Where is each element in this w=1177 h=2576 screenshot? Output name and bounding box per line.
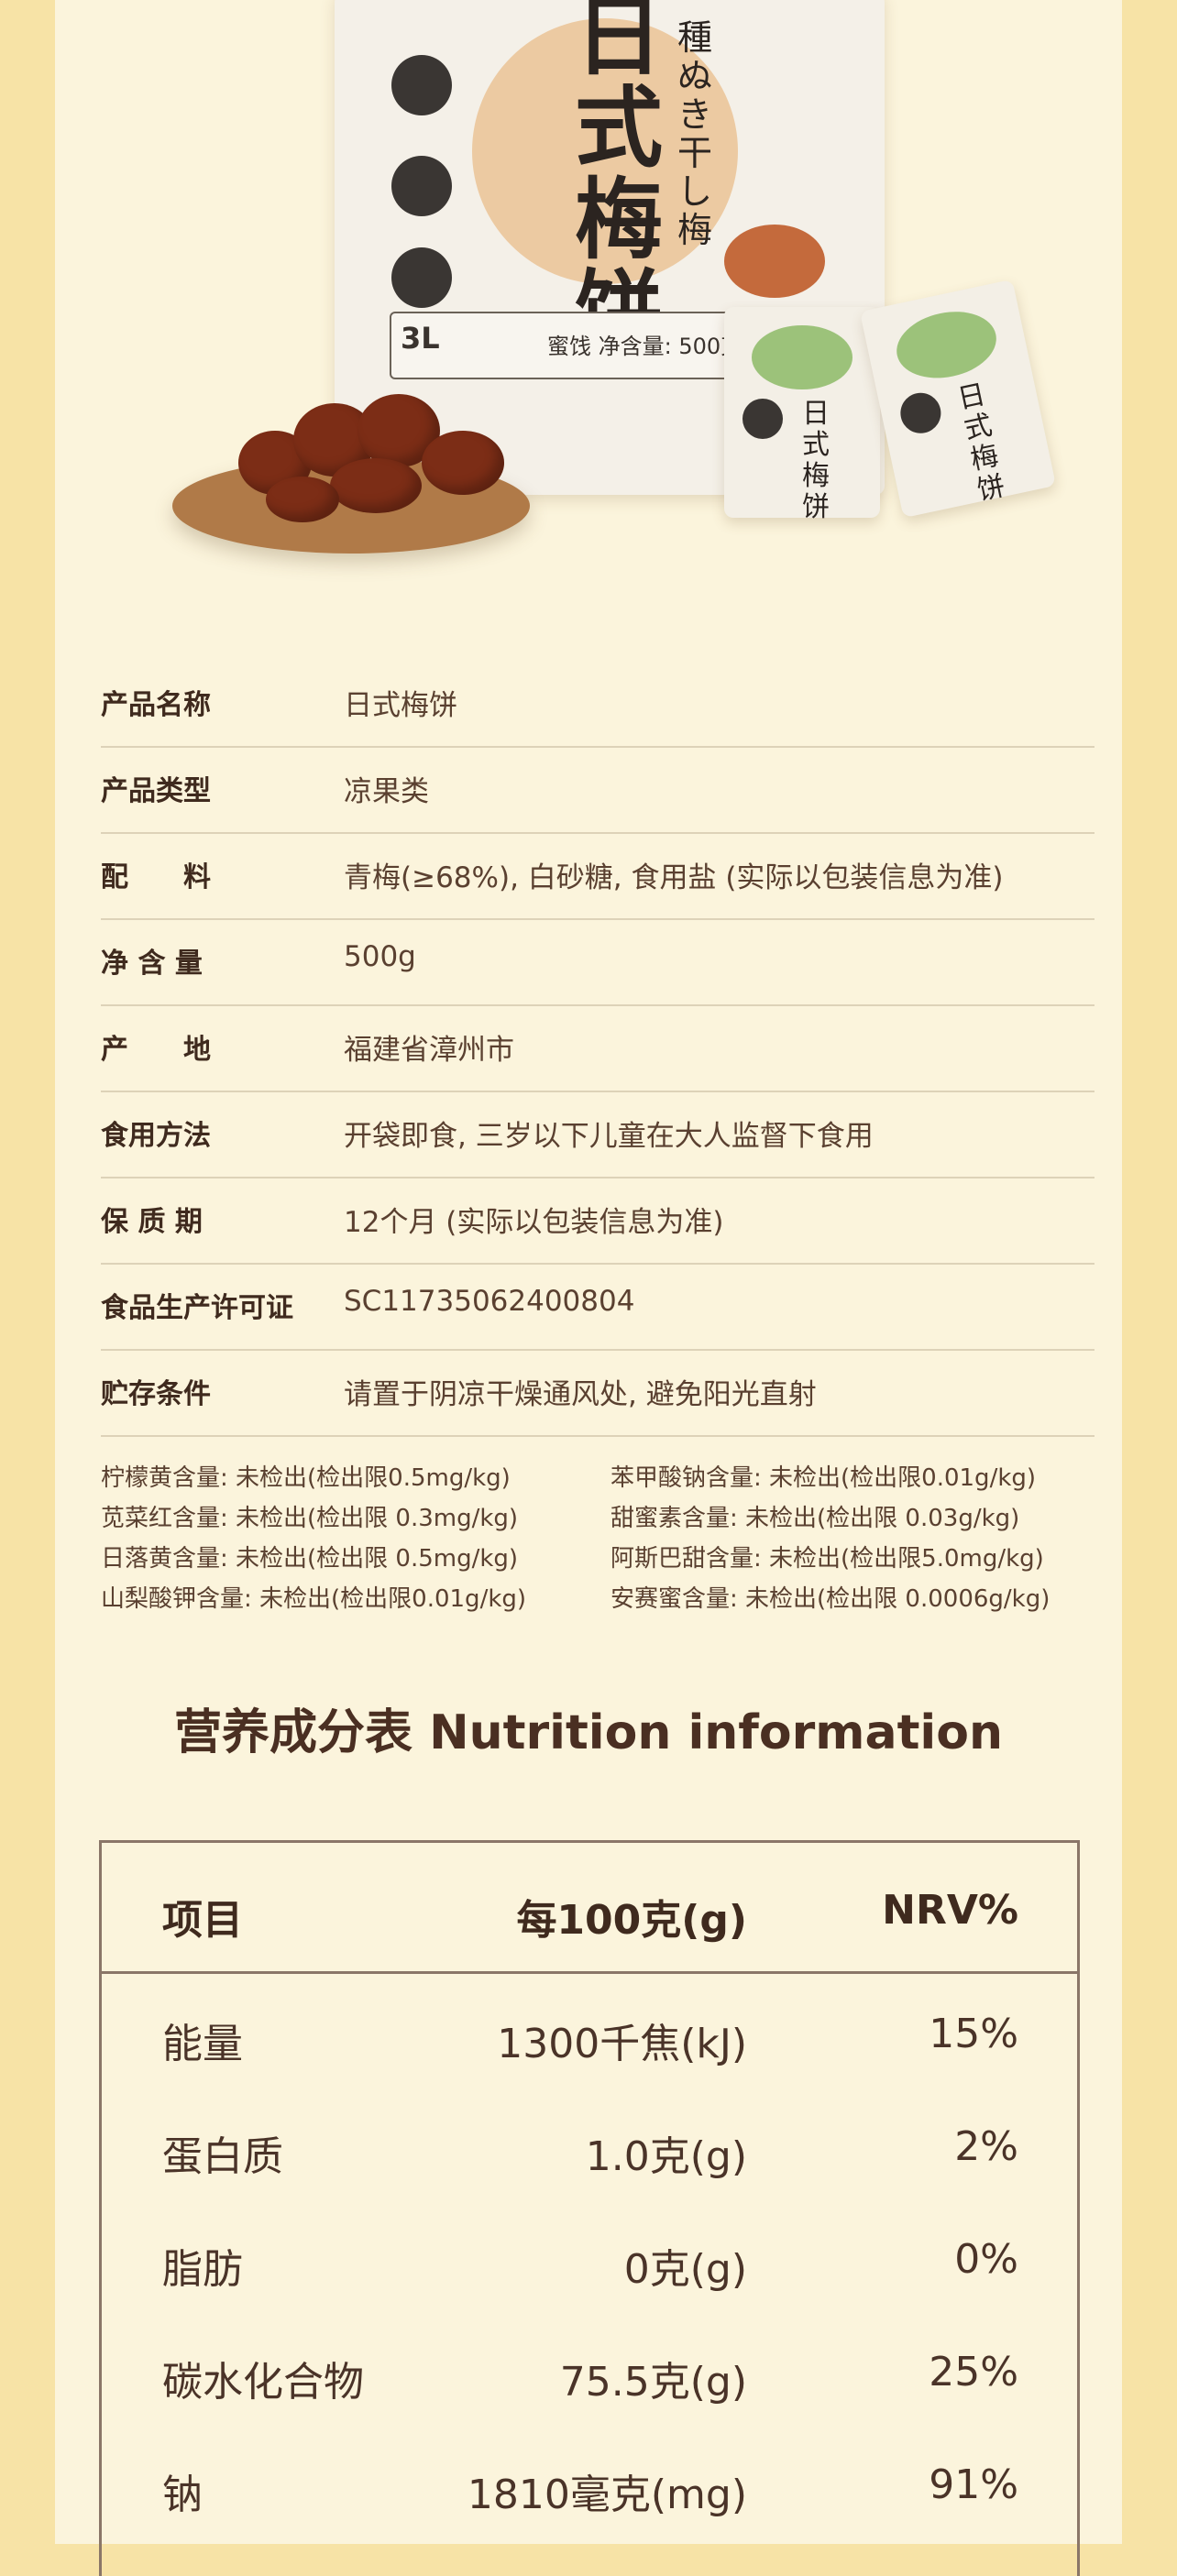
- bag-title: 日式梅饼: [575, 0, 663, 357]
- page-panel: 日式梅饼 種ぬき干し梅 3L 蜜饯 净含量: 500克 日式梅饼 日式梅饼: [55, 0, 1122, 2576]
- additive-item: 安赛蜜含量: 未检出(检出限 0.0006g/kg): [610, 1585, 1050, 1613]
- spec-value: 日式梅饼: [344, 689, 457, 722]
- header-nrv: NRV%: [882, 1887, 1018, 1934]
- spec-row: 配 料 青梅(≥68%), 白砂糖, 食用盐 (实际以包装信息为准): [101, 834, 1094, 920]
- additive-column-right: 苯甲酸钠含量: 未检出(检出限0.01g/kg) 甜蜜素含量: 未检出(检出限 …: [610, 1459, 1050, 1620]
- additive-item: 苋菜红含量: 未检出(检出限 0.3mg/kg): [101, 1505, 519, 1532]
- spec-value: 请置于阴凉干燥通风处, 避免阳光直射: [344, 1378, 817, 1411]
- spec-row: 净 含 量 500g: [101, 920, 1094, 1006]
- packet-badge-icon: [896, 389, 945, 437]
- nutrient-amount: 1810毫克(mg): [467, 2472, 747, 2518]
- additive-item: 日落黄含量: 未检出(检出限 0.5mg/kg): [101, 1545, 519, 1573]
- nutrition-table: 项目 每100克(g) NRV% 能量 1300千焦(kJ) 15% 蛋白质 1…: [99, 1840, 1080, 2576]
- bag-grade: 3L: [401, 321, 440, 356]
- spec-value: 开袋即食, 三岁以下儿童在大人监督下食用: [344, 1120, 874, 1153]
- packet-title: 日式梅饼: [954, 378, 1008, 508]
- additive-item: 山梨酸钾含量: 未检出(检出限0.01g/kg): [101, 1585, 527, 1613]
- bag-badge-icon: [391, 247, 452, 308]
- spec-row: 产 地 福建省漳州市: [101, 1006, 1094, 1092]
- header-per100: 每100克(g): [516, 1897, 747, 1944]
- nutrient-nrv: 91%: [929, 2461, 1018, 2508]
- nutrition-row: 蛋白质 1.0克(g) 2%: [102, 2096, 1077, 2209]
- candy-packet: 日式梅饼: [724, 307, 880, 523]
- spec-label: 产品类型: [101, 775, 211, 807]
- spec-row: 产品类型 凉果类: [101, 748, 1094, 834]
- spec-label: 配 料: [101, 861, 211, 893]
- additive-item: 苯甲酸钠含量: 未检出(检出限0.01g/kg): [610, 1464, 1037, 1492]
- nutrient-nrv: 2%: [954, 2123, 1018, 2170]
- nutrition-header-row: 项目 每100克(g) NRV%: [102, 1843, 1077, 1974]
- bag-badge-icon: [391, 55, 452, 115]
- spec-value: 12个月 (实际以包装信息为准): [344, 1206, 724, 1239]
- nutrition-row: 脂肪 0克(g) 0%: [102, 2209, 1077, 2321]
- nutrient-nrv: 0%: [954, 2236, 1018, 2283]
- nutrient-amount: 1300千焦(kJ): [497, 2021, 747, 2067]
- nutrient-amount: 1.0克(g): [585, 2133, 747, 2180]
- nutrition-row: 能量 1300千焦(kJ) 15%: [102, 1983, 1077, 2096]
- additive-column-left: 柠檬黄含量: 未检出(检出限0.5mg/kg) 苋菜红含量: 未检出(检出限 0…: [101, 1459, 526, 1620]
- spec-label: 食品生产许可证: [101, 1292, 293, 1324]
- nutrient-nrv: 15%: [929, 2011, 1018, 2057]
- spec-label: 贮存条件: [101, 1378, 211, 1410]
- spec-value: 500g: [344, 940, 416, 973]
- additive-item: 甜蜜素含量: 未检出(检出限 0.03g/kg): [610, 1505, 1020, 1532]
- nutrition-row: 钠 1810毫克(mg) 91%: [102, 2434, 1077, 2547]
- nutrient-name: 能量: [162, 2021, 243, 2067]
- packet-title: 日式梅饼: [802, 398, 830, 523]
- header-item: 项目: [162, 1897, 243, 1944]
- spec-label: 产 地: [101, 1034, 211, 1066]
- packet-plum-graphic: [890, 302, 1003, 387]
- nutrient-amount: 0克(g): [623, 2246, 747, 2293]
- nutrition-title: 营养成分表 Nutrition information: [173, 1705, 1004, 1760]
- packet-plum-graphic: [752, 325, 852, 389]
- product-hero-image: 日式梅饼 種ぬき干し梅 3L 蜜饯 净含量: 500克 日式梅饼 日式梅饼: [55, 0, 1122, 586]
- spec-row: 食用方法 开袋即食, 三岁以下儿童在大人监督下食用: [101, 1092, 1094, 1178]
- bag-subtitle: 種ぬき干し梅: [676, 17, 712, 250]
- spec-label: 产品名称: [101, 689, 211, 721]
- nutrient-name: 钠: [162, 2472, 203, 2518]
- plum-image: [724, 225, 825, 298]
- additive-item: 阿斯巴甜含量: 未检出(检出限5.0mg/kg): [610, 1545, 1044, 1573]
- spec-value: SC11735062400804: [344, 1285, 635, 1318]
- spec-row: 保 质 期 12个月 (实际以包装信息为准): [101, 1178, 1094, 1265]
- spec-row: 贮存条件 请置于阴凉干燥通风处, 避免阳光直射: [101, 1351, 1094, 1437]
- nutrient-amount: 75.5克(g): [559, 2359, 747, 2406]
- plum-image: [266, 477, 339, 522]
- candy-packet: 日式梅饼: [859, 279, 1057, 519]
- nutrient-name: 蛋白质: [162, 2133, 283, 2180]
- nutrient-name: 脂肪: [162, 2246, 243, 2293]
- spec-label: 食用方法: [101, 1120, 211, 1152]
- spec-table: 产品名称 日式梅饼 产品类型 凉果类 配 料 青梅(≥68%), 白砂糖, 食用盐 (…: [101, 662, 1094, 1437]
- spec-value: 福建省漳州市: [344, 1034, 514, 1067]
- spec-label: 净 含 量: [101, 948, 203, 980]
- plum-image: [330, 458, 422, 513]
- nutrient-nrv: 25%: [929, 2349, 1018, 2395]
- bag-badge-icon: [391, 156, 452, 216]
- spec-row: 食品生产许可证 SC11735062400804: [101, 1265, 1094, 1351]
- spec-row: 产品名称 日式梅饼: [101, 662, 1094, 748]
- spec-value: 凉果类: [344, 775, 429, 808]
- plum-image: [422, 431, 504, 495]
- spec-label: 保 质 期: [101, 1206, 203, 1238]
- additive-item: 柠檬黄含量: 未检出(检出限0.5mg/kg): [101, 1464, 511, 1492]
- bag-net-weight: 蜜饯 净含量: 500克: [547, 334, 743, 359]
- packet-badge-icon: [742, 399, 783, 439]
- nutrient-name: 碳水化合物: [162, 2359, 364, 2406]
- spec-value: 青梅(≥68%), 白砂糖, 食用盐 (实际以包装信息为准): [344, 861, 1004, 894]
- nutrition-row: 碳水化合物 75.5克(g) 25%: [102, 2321, 1077, 2434]
